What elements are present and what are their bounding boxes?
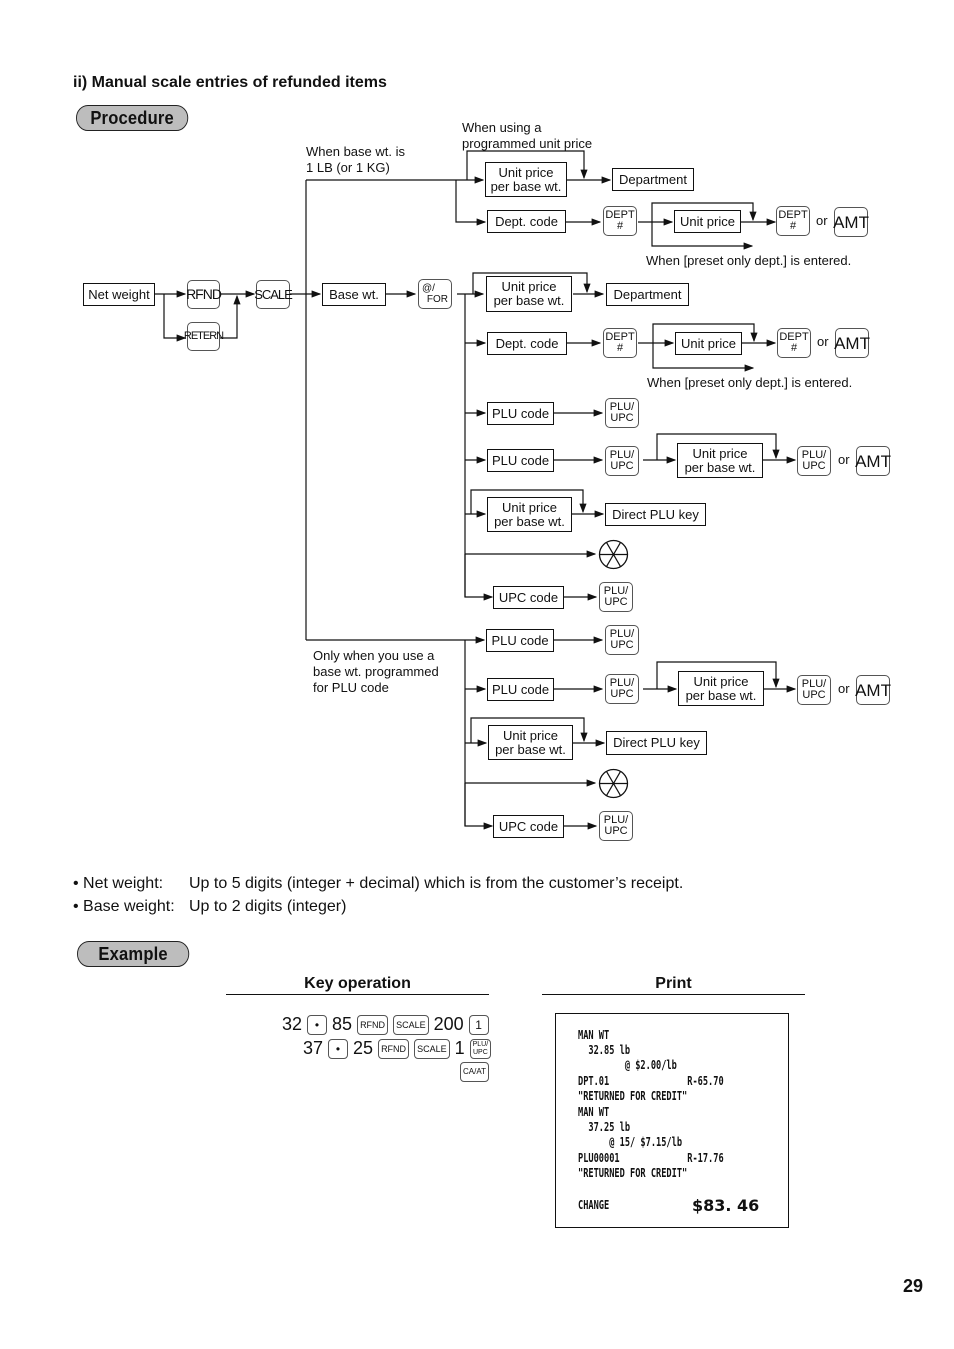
rfnd-key: RFND: [378, 1038, 410, 1059]
note-net-weight: • Net weight: Up to 5 digits (integer + d…: [73, 875, 684, 892]
receipt-line: MAN WT: [578, 1105, 610, 1119]
direct-plu-key-box: Direct PLU key: [605, 503, 706, 526]
change-amount: $83. 46: [692, 1196, 760, 1215]
plu-upc-key: PLU/UPC: [605, 625, 639, 655]
plu-upc-key: PLU/UPC: [797, 446, 831, 476]
dept-key: DEPT #: [777, 328, 811, 358]
plu-upc-key: PLU/UPC: [599, 811, 633, 841]
preset-only-dept-note: When [preset only dept.] is entered.: [646, 253, 852, 268]
amt-key: AMT: [834, 328, 870, 358]
receipt: MAN WT 32.85 lb @ $2.00/lb DPT.01 R-65.7…: [555, 1013, 789, 1228]
receipt-line: 37.25 lb: [578, 1120, 631, 1134]
or-text: or: [817, 334, 829, 349]
base-1lb-note: When base wt. is 1 LB (or 1 KG): [306, 144, 405, 175]
preset-only-dept-note: When [preset only dept.] is entered.: [647, 375, 853, 390]
upc-code-box: UPC code: [493, 586, 564, 609]
unit-price-per-base-box: Unit price per base wt.: [486, 276, 572, 312]
divider: [542, 994, 805, 995]
plu-upc-key: PLU/UPC: [469, 1038, 492, 1059]
key-operation-header: Key operation: [304, 975, 411, 992]
unit-price-per-base-box: Unit price per base wt.: [488, 725, 573, 760]
note-base-weight: • Base weight: Up to 2 digits (integer): [73, 898, 347, 915]
scale-key: SCALE: [254, 280, 293, 309]
scale-key: SCALE: [414, 1038, 450, 1059]
amt-key: AMT: [855, 446, 891, 476]
dept-key: DEPT #: [603, 328, 637, 358]
key-operation-line-1: 32 • 85 RFND SCALE 200 1: [282, 1014, 489, 1035]
receipt-line: @ 15/ $7.15/lb: [578, 1135, 683, 1149]
unit-price-box: Unit price: [674, 210, 741, 233]
one-key: 1: [468, 1014, 489, 1035]
scale-key: SCALE: [393, 1014, 429, 1035]
decimal-key: •: [307, 1014, 328, 1035]
cross-circle-icon: [598, 768, 629, 799]
receipt-line: 32.85 lb: [578, 1043, 631, 1057]
or-text: or: [838, 452, 850, 467]
key-operation-line-2: 37 • 25 RFND SCALE 1 PLU/UPC: [303, 1038, 492, 1059]
plu-code-box: PLU code: [487, 402, 554, 425]
plu-code-box: PLU code: [487, 678, 554, 701]
dept-code-box: Dept. code: [487, 332, 567, 355]
receipt-line: "RETURNED FOR CREDIT": [578, 1166, 688, 1180]
receipt-line: DPT.01 R-65.70: [578, 1074, 724, 1088]
receipt-line: CHANGE: [578, 1198, 610, 1212]
retern-key: RETERN: [184, 322, 224, 351]
dept-code-box: Dept. code: [487, 210, 566, 233]
example-label: Example: [77, 941, 190, 967]
rfnd-key: RFND: [357, 1014, 389, 1035]
plu-upc-key: PLU/UPC: [599, 582, 633, 612]
unit-price-per-base-box: Unit price per base wt.: [678, 671, 764, 706]
plu-code-box: PLU code: [487, 449, 554, 472]
decimal-key: •: [328, 1038, 349, 1059]
or-text: or: [816, 213, 828, 228]
dept-key: DEPT #: [603, 206, 637, 236]
receipt-line: @ $2.00/lb: [578, 1058, 677, 1072]
receipt-line: MAN WT: [578, 1028, 610, 1042]
unit-price-per-base-box: Unit price per base wt.: [487, 497, 572, 532]
rfnd-key: RFND: [186, 280, 222, 309]
base-wt-box: Base wt.: [322, 283, 386, 306]
unit-price-box: Unit price: [675, 332, 742, 355]
department-box: Department: [606, 283, 689, 306]
print-header: Print: [655, 975, 692, 992]
plu-upc-key: PLU/UPC: [605, 674, 639, 704]
divider: [226, 994, 489, 995]
dept-key: DEPT #: [776, 206, 810, 236]
department-box: Department: [612, 168, 694, 191]
amt-key: AMT: [855, 675, 891, 705]
page-number: 29: [903, 1276, 924, 1296]
cross-circle-icon: [598, 539, 629, 570]
or-text: or: [838, 681, 850, 696]
plu-upc-key: PLU/UPC: [605, 398, 639, 428]
receipt-line: PLU00001 R-17.76: [578, 1151, 724, 1165]
net-weight-box: Net weight: [83, 283, 155, 306]
plu-code-box: PLU code: [486, 629, 554, 652]
direct-plu-key-box: Direct PLU key: [606, 731, 707, 755]
at-for-key: @/ FOR: [418, 279, 452, 309]
amt-key: AMT: [833, 207, 869, 237]
only-when-plu-note: Only when you use a base wt. programmed …: [313, 648, 439, 695]
unit-price-per-base-box: Unit price per base wt.: [677, 443, 763, 478]
plu-upc-key: PLU/UPC: [797, 675, 831, 705]
ca-at-key: CA/AT: [460, 1062, 489, 1082]
plu-upc-key: PLU/UPC: [605, 446, 639, 476]
upc-code-box: UPC code: [493, 815, 564, 838]
receipt-line: "RETURNED FOR CREDIT": [578, 1089, 688, 1103]
programmed-unit-price-note: When using a programmed unit price: [462, 120, 593, 151]
unit-price-per-base-box: Unit price per base wt.: [485, 162, 567, 197]
